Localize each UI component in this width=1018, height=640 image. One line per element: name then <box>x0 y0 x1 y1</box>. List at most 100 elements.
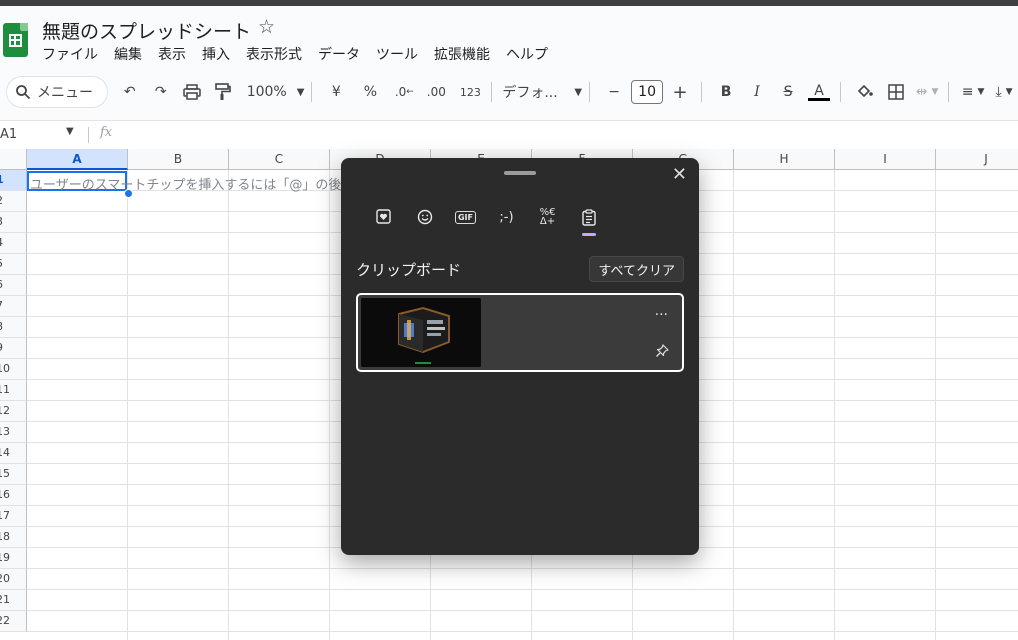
font-size-field[interactable]: 10 <box>631 78 664 106</box>
borders-icon[interactable] <box>882 78 910 106</box>
font-select[interactable]: デフォ... ▼ <box>502 78 582 106</box>
tab-clipboard[interactable] <box>568 202 609 236</box>
text-color-button[interactable]: A <box>805 78 833 106</box>
row-header[interactable]: 20 <box>0 569 27 590</box>
more-options-icon[interactable]: ... <box>655 303 668 319</box>
clipboard-item[interactable]: ... <box>356 293 684 372</box>
grid-line <box>27 568 1018 569</box>
menu-file[interactable]: ファイル <box>42 44 98 64</box>
tab-symbols[interactable]: %€ Δ+ <box>527 202 568 232</box>
row-header[interactable]: 12 <box>0 401 27 422</box>
clipboard-thumbnail <box>361 298 481 367</box>
undo-icon[interactable]: ↶ <box>116 78 144 106</box>
strikethrough-icon[interactable]: S <box>774 78 802 106</box>
column-header[interactable]: A <box>27 149 128 170</box>
row-header[interactable]: 3 <box>0 212 27 233</box>
fill-color-icon[interactable] <box>851 78 879 106</box>
font-size-value: 10 <box>631 80 664 104</box>
menu-format[interactable]: 表示形式 <box>246 44 302 64</box>
vertical-align-icon[interactable]: ⤓ ▼ <box>990 78 1018 106</box>
menu-view[interactable]: 表示 <box>158 44 186 64</box>
print-icon[interactable] <box>178 78 206 106</box>
grid-line <box>329 170 330 640</box>
row-header[interactable]: 7 <box>0 296 27 317</box>
menu-data[interactable]: データ <box>318 44 360 64</box>
font-size-increase-icon[interactable]: + <box>666 78 694 106</box>
menu-tools[interactable]: ツール <box>376 44 418 64</box>
bold-button[interactable]: B <box>712 78 740 106</box>
row-header[interactable]: 4 <box>0 233 27 254</box>
row-header[interactable]: 19 <box>0 548 27 569</box>
tab-favorites[interactable] <box>363 202 404 232</box>
symbols-icon: %€ Δ+ <box>539 207 556 227</box>
row-header[interactable]: 17 <box>0 506 27 527</box>
fill-handle[interactable] <box>124 189 133 198</box>
pin-icon[interactable] <box>655 343 669 362</box>
menu-search-label: メニュー <box>37 85 93 101</box>
menu-bar: ファイル 編集 表示 挿入 表示形式 データ ツール 拡張機能 ヘルプ <box>42 44 548 64</box>
decrease-decimal-button[interactable]: .0 ← <box>390 78 418 106</box>
menu-help[interactable]: ヘルプ <box>506 44 548 64</box>
more-formats-button[interactable]: 123 <box>456 78 484 106</box>
search-icon <box>16 85 31 100</box>
select-all-corner[interactable] <box>0 149 27 170</box>
column-header[interactable]: I <box>835 149 936 170</box>
column-header[interactable]: C <box>229 149 330 170</box>
chevron-down-icon[interactable]: ▼ <box>66 126 74 137</box>
toolbar-divider <box>589 82 591 102</box>
row-header[interactable]: 13 <box>0 422 27 443</box>
zoom-value: 100% <box>246 84 287 100</box>
font-value: デフォ... <box>502 85 558 101</box>
row-header[interactable]: 9 <box>0 338 27 359</box>
row-header[interactable]: 2 <box>0 191 27 212</box>
row-header[interactable]: 15 <box>0 464 27 485</box>
tab-kaomoji[interactable]: ;-) <box>486 202 527 232</box>
clear-all-button[interactable]: すべてクリア <box>589 256 684 282</box>
row-header[interactable]: 10 <box>0 359 27 380</box>
currency-button[interactable]: ¥ <box>322 78 350 106</box>
zoom-select[interactable]: 100% ▼ <box>247 78 305 106</box>
clipboard-panel: ✕ GIF ;-) %€ Δ+ クリップボード すべてクリア ... <box>341 158 699 555</box>
tab-gif[interactable]: GIF <box>445 202 486 232</box>
kaomoji-icon: ;-) <box>499 209 514 225</box>
merge-cells-icon[interactable]: ⇹ ▼ <box>913 78 941 106</box>
row-header[interactable]: 8 <box>0 317 27 338</box>
font-size-decrease-icon[interactable]: − <box>600 78 628 106</box>
clipboard-icon <box>581 208 596 226</box>
row-header[interactable]: 22 <box>0 611 27 632</box>
document-title[interactable]: 無題のスプレッドシート <box>42 17 251 44</box>
tab-emoji[interactable] <box>404 202 445 232</box>
sheets-logo-icon[interactable] <box>3 23 28 57</box>
row-header[interactable]: 16 <box>0 485 27 506</box>
italic-button[interactable]: I <box>743 78 771 106</box>
grid-line <box>27 610 1018 611</box>
row-header[interactable]: 18 <box>0 527 27 548</box>
increase-decimal-button[interactable]: .00 <box>422 78 450 106</box>
menu-insert[interactable]: 挿入 <box>202 44 230 64</box>
percent-button[interactable]: % <box>356 78 384 106</box>
menu-search[interactable]: メニュー <box>6 76 108 108</box>
toolbar-divider <box>948 82 950 102</box>
row-header[interactable]: 5 <box>0 254 27 275</box>
row-header[interactable]: 1 <box>0 170 27 191</box>
close-icon[interactable]: ✕ <box>672 164 687 185</box>
align-left-icon[interactable]: ≡ ▼ <box>959 78 987 106</box>
star-icon[interactable]: ☆ <box>258 16 275 38</box>
column-header[interactable]: H <box>734 149 835 170</box>
paint-format-icon[interactable] <box>209 78 237 106</box>
row-header[interactable]: 21 <box>0 590 27 611</box>
row-header[interactable]: 6 <box>0 275 27 296</box>
toolbar-divider <box>840 82 842 102</box>
column-header[interactable]: J <box>936 149 1018 170</box>
toolbar-divider <box>311 82 313 102</box>
grid-line <box>834 170 835 640</box>
menu-extensions[interactable]: 拡張機能 <box>434 44 490 64</box>
redo-icon[interactable]: ↷ <box>147 78 175 106</box>
chevron-down-icon: ▼ <box>296 86 305 98</box>
row-header[interactable]: 11 <box>0 380 27 401</box>
drag-handle[interactable] <box>504 171 536 175</box>
column-header[interactable]: B <box>128 149 229 170</box>
menu-edit[interactable]: 編集 <box>114 44 142 64</box>
increase-decimal-label: .00 <box>426 85 446 99</box>
row-header[interactable]: 14 <box>0 443 27 464</box>
